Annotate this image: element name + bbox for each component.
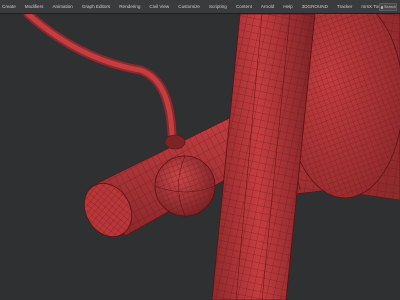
bent-tube-object[interactable] [23,14,186,150]
search-label: Search [384,5,397,9]
menu-scripting[interactable]: Scripting [209,0,227,14]
menu-civil-view[interactable]: Civil View [149,0,169,14]
search-icon [381,5,383,9]
search-input[interactable]: Search [379,3,397,11]
menu-rendering[interactable]: Rendering [119,0,140,14]
menu-create[interactable]: Create [2,0,16,14]
menu-3dground[interactable]: 3DGROUND [302,0,328,14]
application-window: Create Modifiers Animation Graph Editors… [0,0,400,300]
3d-viewport[interactable] [0,14,400,300]
menu-animation[interactable]: Animation [52,0,72,14]
menu-arnold[interactable]: Arnold [261,0,274,14]
menu-tracker[interactable]: Tracker [337,0,352,14]
vertical-cylinder-object[interactable] [211,14,316,300]
menu-graph-editors[interactable]: Graph Editors [82,0,110,14]
menu-content[interactable]: Content [236,0,252,14]
sphere-object[interactable] [154,155,216,217]
viewport-scene [23,14,400,300]
menu-customize[interactable]: Customize [178,0,200,14]
menu-modifiers[interactable]: Modifiers [25,0,44,14]
menu-help[interactable]: Help [283,0,292,14]
main-menu-bar: Create Modifiers Animation Graph Editors… [0,0,400,14]
